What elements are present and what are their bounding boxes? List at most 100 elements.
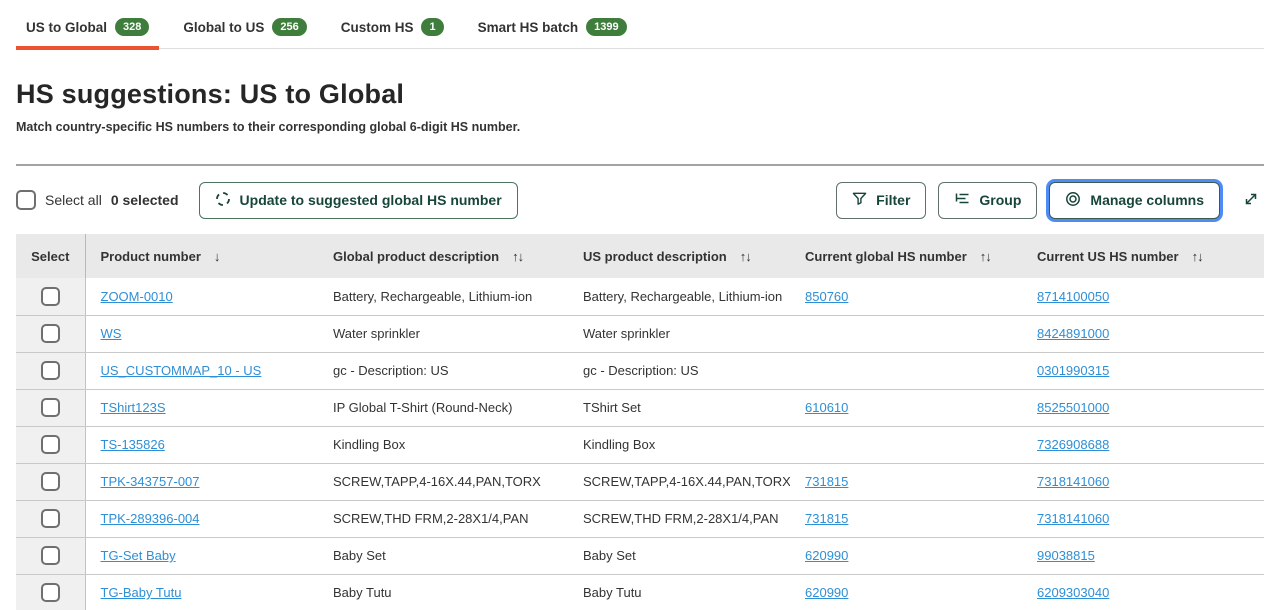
product-number-link[interactable]: TShirt123S — [101, 400, 166, 415]
expand-table-button[interactable] — [1238, 186, 1264, 215]
tab-us-to-global[interactable]: US to Global 328 — [16, 12, 159, 48]
row-select-cell — [16, 315, 85, 352]
tab-count-badge: 1399 — [586, 18, 626, 36]
product-number-link[interactable]: TG-Set Baby — [101, 548, 176, 563]
current-global-hs-link[interactable]: 620990 — [805, 585, 848, 600]
selected-count: 0 selected — [111, 192, 179, 208]
row-checkbox[interactable] — [41, 324, 60, 343]
current-global-hs-link[interactable]: 610610 — [805, 400, 848, 415]
global-product-description-cell: gc - Description: US — [318, 352, 568, 389]
row-checkbox[interactable] — [41, 287, 60, 306]
us-product-description-cell: Baby Set — [568, 537, 790, 574]
hs-suggestions-table: Select Product number↓ Global product de… — [16, 234, 1264, 610]
global-product-description-cell: Water sprinkler — [318, 315, 568, 352]
table-row: TS-135826 Kindling Box Kindling Box 7326… — [16, 426, 1264, 463]
us-product-description-cell: TShirt Set — [568, 389, 790, 426]
column-header-us-description[interactable]: US product description↑↓ — [568, 234, 790, 278]
visibility-icon — [1065, 191, 1081, 210]
us-product-description-cell: gc - Description: US — [568, 352, 790, 389]
product-number-link[interactable]: WS — [101, 326, 122, 341]
table-header-row: Select Product number↓ Global product de… — [16, 234, 1264, 278]
group-tree-icon — [954, 191, 970, 210]
column-header-current-global-hs[interactable]: Current global HS number↑↓ — [790, 234, 1022, 278]
table-row: TG-Set Baby Baby Set Baby Set 620990 990… — [16, 537, 1264, 574]
column-header-product-number[interactable]: Product number↓ — [85, 234, 318, 278]
table-row: ZOOM-0010 Battery, Rechargeable, Lithium… — [16, 278, 1264, 315]
us-product-description-cell: Battery, Rechargeable, Lithium-ion — [568, 278, 790, 315]
expand-diagonal-icon — [1242, 196, 1260, 211]
tab-global-to-us[interactable]: Global to US 256 — [173, 12, 316, 48]
current-us-hs-link[interactable]: 0301990315 — [1037, 363, 1109, 378]
sort-both-icon: ↑↓ — [980, 249, 991, 264]
global-product-description-cell: Kindling Box — [318, 426, 568, 463]
filter-button-label: Filter — [876, 192, 910, 208]
update-global-hs-button[interactable]: Update to suggested global HS number — [199, 182, 518, 219]
us-product-description-cell: Baby Tutu — [568, 574, 790, 610]
sort-desc-icon: ↓ — [214, 249, 220, 264]
select-all-group: Select all 0 selected — [16, 190, 179, 210]
column-header-global-description[interactable]: Global product description↑↓ — [318, 234, 568, 278]
tab-label: Global to US — [183, 20, 264, 35]
group-button[interactable]: Group — [938, 182, 1037, 219]
current-us-hs-link[interactable]: 7326908688 — [1037, 437, 1109, 452]
update-button-label: Update to suggested global HS number — [240, 192, 502, 208]
row-select-cell — [16, 352, 85, 389]
global-product-description-cell: SCREW,THD FRM,2-28X1/4,PAN — [318, 500, 568, 537]
row-checkbox[interactable] — [41, 435, 60, 454]
global-product-description-cell: IP Global T-Shirt (Round-Neck) — [318, 389, 568, 426]
sync-icon — [215, 191, 231, 210]
product-number-link[interactable]: TG-Baby Tutu — [101, 585, 182, 600]
manage-columns-button[interactable]: Manage columns — [1049, 182, 1220, 219]
global-product-description-cell: Baby Tutu — [318, 574, 568, 610]
current-us-hs-link[interactable]: 8424891000 — [1037, 326, 1109, 341]
table-row: US_CUSTOMMAP_10 - US gc - Description: U… — [16, 352, 1264, 389]
row-checkbox[interactable] — [41, 398, 60, 417]
current-global-hs-link[interactable]: 731815 — [805, 474, 848, 489]
product-number-link[interactable]: ZOOM-0010 — [101, 289, 173, 304]
current-global-hs-link[interactable]: 850760 — [805, 289, 848, 304]
current-us-hs-link[interactable]: 99038815 — [1037, 548, 1095, 563]
column-header-current-us-hs[interactable]: Current US HS number↑↓ — [1022, 234, 1264, 278]
funnel-icon — [852, 191, 867, 209]
row-select-cell — [16, 463, 85, 500]
tab-label: Smart HS batch — [478, 20, 579, 35]
global-product-description-cell: SCREW,TAPP,4-16X.44,PAN,TORX — [318, 463, 568, 500]
row-select-cell — [16, 278, 85, 315]
product-number-link[interactable]: TPK-289396-004 — [101, 511, 200, 526]
current-us-hs-link[interactable]: 6209303040 — [1037, 585, 1109, 600]
tab-custom-hs[interactable]: Custom HS 1 — [331, 12, 454, 48]
page-title: HS suggestions: US to Global — [16, 79, 1264, 110]
tab-count-badge: 328 — [115, 18, 149, 36]
row-checkbox[interactable] — [41, 583, 60, 602]
column-header-select: Select — [16, 234, 85, 278]
page-subtitle: Match country-specific HS numbers to the… — [16, 120, 1264, 134]
row-checkbox[interactable] — [41, 546, 60, 565]
table-body: ZOOM-0010 Battery, Rechargeable, Lithium… — [16, 278, 1264, 610]
sort-both-icon: ↑↓ — [512, 249, 523, 264]
tab-label: US to Global — [26, 20, 107, 35]
filter-button[interactable]: Filter — [836, 182, 926, 219]
row-checkbox[interactable] — [41, 472, 60, 491]
current-us-hs-link[interactable]: 8714100050 — [1037, 289, 1109, 304]
table-row: WS Water sprinkler Water sprinkler 84248… — [16, 315, 1264, 352]
row-checkbox[interactable] — [41, 509, 60, 528]
us-product-description-cell: Water sprinkler — [568, 315, 790, 352]
table-row: TShirt123S IP Global T-Shirt (Round-Neck… — [16, 389, 1264, 426]
select-all-checkbox[interactable] — [16, 190, 36, 210]
product-number-link[interactable]: TS-135826 — [101, 437, 165, 452]
current-global-hs-link[interactable]: 620990 — [805, 548, 848, 563]
tab-count-badge: 1 — [421, 18, 443, 36]
table-toolbar: Select all 0 selected Update to suggeste… — [16, 178, 1264, 222]
current-global-hs-link[interactable]: 731815 — [805, 511, 848, 526]
us-product-description-cell: SCREW,TAPP,4-16X.44,PAN,TORX — [568, 463, 790, 500]
sort-both-icon: ↑↓ — [740, 249, 751, 264]
row-checkbox[interactable] — [41, 361, 60, 380]
product-number-link[interactable]: US_CUSTOMMAP_10 - US — [101, 363, 262, 378]
current-us-hs-link[interactable]: 7318141060 — [1037, 511, 1109, 526]
product-number-link[interactable]: TPK-343757-007 — [101, 474, 200, 489]
current-us-hs-link[interactable]: 7318141060 — [1037, 474, 1109, 489]
tab-count-badge: 256 — [272, 18, 306, 36]
global-product-description-cell: Battery, Rechargeable, Lithium-ion — [318, 278, 568, 315]
current-us-hs-link[interactable]: 8525501000 — [1037, 400, 1109, 415]
tab-smart-hs-batch[interactable]: Smart HS batch 1399 — [468, 12, 637, 48]
